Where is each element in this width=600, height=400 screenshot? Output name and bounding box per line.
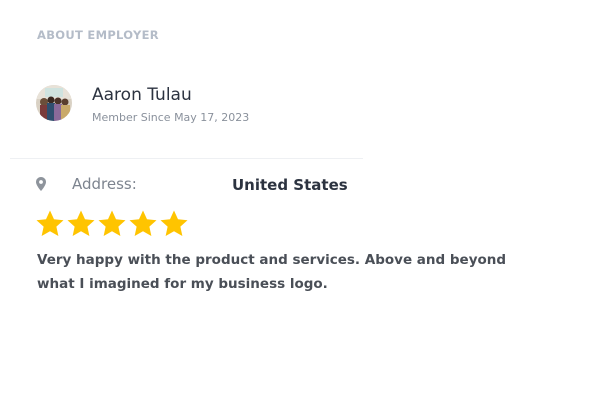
star-icon	[129, 210, 157, 236]
star-icon	[98, 210, 126, 236]
star-icon	[160, 210, 188, 236]
member-since: Member Since May 17, 2023	[92, 111, 250, 124]
avatar-photo-icon	[36, 85, 72, 121]
star-rating	[35, 208, 189, 242]
avatar[interactable]	[36, 85, 72, 121]
star-icon	[67, 210, 95, 236]
address-value: United States	[232, 176, 348, 194]
about-employer-panel: ABOUT EMPLOYER Aaron Tulau Member Since …	[0, 0, 600, 400]
map-pin-icon	[36, 176, 46, 191]
review-text: Very happy with the product and services…	[37, 252, 507, 292]
star-icon	[36, 210, 64, 236]
section-title: ABOUT EMPLOYER	[37, 28, 159, 42]
divider	[10, 158, 363, 159]
employer-name[interactable]: Aaron Tulau	[92, 84, 192, 106]
address-label: Address:	[72, 175, 137, 193]
